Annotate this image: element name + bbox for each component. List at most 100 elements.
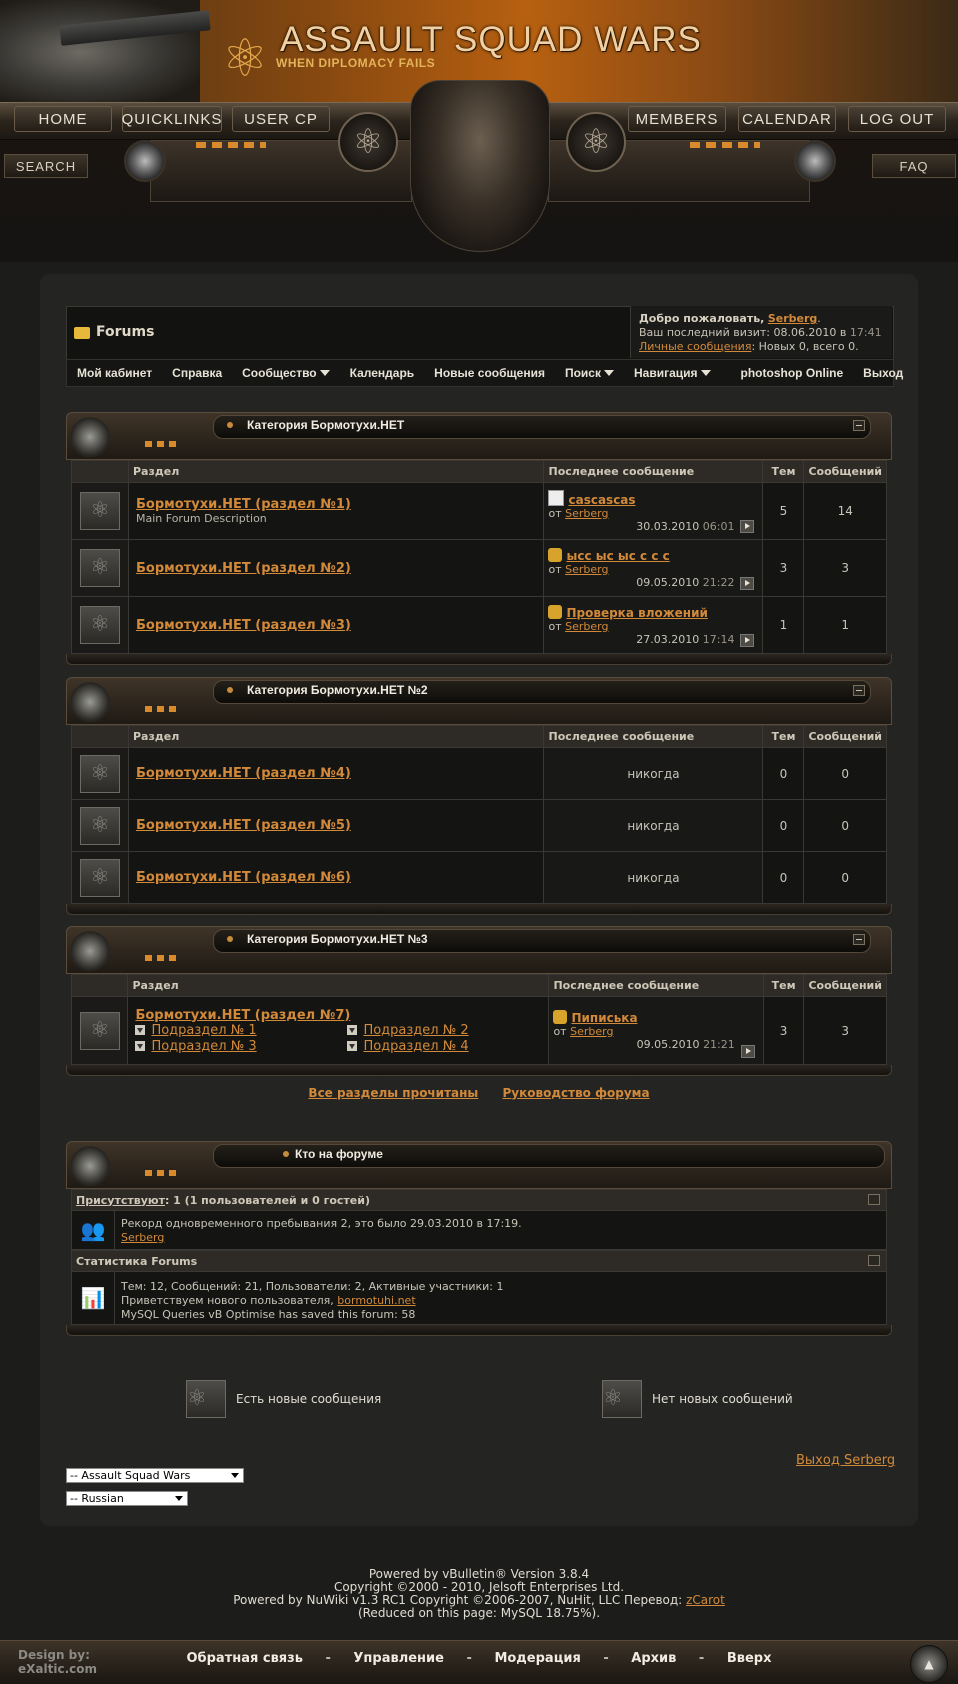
- footer-archive-link[interactable]: Архив: [631, 1651, 676, 1666]
- go-to-post-icon[interactable]: [740, 520, 755, 533]
- forum-table: Раздел Последнее сообщение Тем Сообщений…: [70, 974, 887, 1065]
- last-post-user[interactable]: Serberg: [570, 1025, 613, 1038]
- welcome-dot: .: [817, 312, 821, 325]
- new-user-link[interactable]: bormotuhi.net: [337, 1294, 415, 1307]
- footer-sep: -: [698, 1651, 705, 1666]
- category-title[interactable]: Категория Бормотухи.НЕТ: [247, 418, 404, 432]
- last-post-title[interactable]: cascascas: [568, 493, 635, 507]
- nav-my-cabinet[interactable]: Мой кабинет: [67, 366, 162, 380]
- last-post-title[interactable]: ысс ыс ыс с с с: [566, 549, 669, 563]
- forum-link[interactable]: Бормотухи.НЕТ (раздел №3): [130, 618, 542, 633]
- col-threads: Тем: [762, 725, 805, 748]
- nav-search[interactable]: SEARCH: [4, 154, 88, 178]
- thread-count: 0: [762, 851, 805, 904]
- logout-link[interactable]: Выход Serberg: [796, 1453, 895, 1468]
- nav-help[interactable]: Справка: [162, 366, 232, 380]
- collapse-icon[interactable]: [868, 1255, 880, 1266]
- post-count: 0: [803, 747, 887, 800]
- go-to-post-icon[interactable]: [740, 577, 755, 590]
- forum-link[interactable]: Бормотухи.НЕТ (раздел №1): [130, 497, 542, 512]
- subforum-icon: [135, 1024, 146, 1035]
- nav-faq[interactable]: FAQ: [872, 154, 956, 178]
- last-post-title[interactable]: Пиписька: [571, 1011, 637, 1025]
- nav-logout[interactable]: Выход: [853, 366, 913, 380]
- nav-log-out[interactable]: LOG OUT: [848, 106, 946, 132]
- nav-search-menu[interactable]: Поиск: [555, 366, 624, 380]
- nav-navigation[interactable]: Навигация: [624, 366, 721, 380]
- mysql-line: MySQL Queries vB Optimise has saved this…: [121, 1308, 416, 1321]
- last-post-user[interactable]: Serberg: [565, 563, 608, 576]
- private-messages-link[interactable]: Личные сообщения: [639, 340, 751, 353]
- collapse-icon[interactable]: [853, 934, 865, 945]
- nav-quicklinks[interactable]: QUICKLINKS: [122, 106, 222, 132]
- nav-photoshop-online[interactable]: photoshop Online: [721, 366, 854, 380]
- last-post-user[interactable]: Serberg: [565, 620, 608, 633]
- mark-all-read-link[interactable]: Все разделы прочитаны: [308, 1086, 478, 1100]
- post-count: 3: [803, 539, 887, 597]
- scroll-top-icon[interactable]: ▲: [910, 1645, 948, 1683]
- welcome-greeting: Добро пожаловать,: [639, 312, 765, 325]
- legend-no-new-posts: ⚛ Нет новых сообщений: [602, 1380, 793, 1418]
- subforum-link[interactable]: Подраздел № 3: [151, 1039, 256, 1054]
- subforum-link[interactable]: Подраздел № 1: [151, 1023, 256, 1038]
- subforum-link[interactable]: Подраздел № 4: [363, 1039, 468, 1054]
- nav-search-label: Поиск: [564, 366, 601, 380]
- whos-online-content: Присутствуют : 1 (1 пользователей и 0 го…: [71, 1189, 887, 1325]
- document-icon: [548, 489, 565, 506]
- collapse-icon[interactable]: [853, 420, 865, 431]
- col-posts: Сообщений: [803, 460, 887, 483]
- footer-moderation-link[interactable]: Модерация: [494, 1651, 580, 1666]
- last-post-title[interactable]: Проверка вложений: [566, 606, 707, 620]
- gear-emblem-icon: [70, 682, 110, 722]
- legend-new-posts: ⚛ Есть новые сообщения: [186, 1380, 381, 1418]
- folder-icon: [74, 327, 90, 339]
- translator-link[interactable]: zCarot: [686, 1593, 725, 1607]
- forum-link[interactable]: Бормотухи.НЕТ (раздел №6): [130, 870, 542, 885]
- atom-disk-left-icon: ⚛: [338, 112, 398, 172]
- category-title[interactable]: Категория Бормотухи.НЕТ №2: [247, 683, 428, 697]
- forum-link[interactable]: Бормотухи.НЕТ (раздел №7): [129, 1008, 547, 1023]
- table-row: ⚛ Бормотухи.НЕТ (раздел №6) никогда 0 0: [71, 851, 887, 904]
- last-post-user[interactable]: Serberg: [565, 507, 608, 520]
- go-to-post-icon[interactable]: [740, 1045, 755, 1058]
- nav-home[interactable]: HOME: [14, 106, 112, 132]
- language-select[interactable]: -- Russian: [66, 1491, 188, 1506]
- forum-link[interactable]: Бормотухи.НЕТ (раздел №2): [130, 561, 542, 576]
- col-icon: [71, 725, 129, 748]
- nav-community[interactable]: Сообщество: [232, 366, 339, 380]
- credits: Powered by vBulletin® Version 3.8.4 Copy…: [0, 1568, 958, 1620]
- forum-guide-link[interactable]: Руководство форума: [502, 1086, 649, 1100]
- style-select[interactable]: -- Assault Squad Wars: [66, 1468, 244, 1483]
- subforum-link[interactable]: Подраздел № 2: [363, 1023, 468, 1038]
- whos-online-title: Кто на форуме: [295, 1147, 383, 1161]
- record-text: Рекорд одновременного пребывания 2, это …: [121, 1217, 522, 1230]
- post-count: 3: [803, 996, 887, 1065]
- orange-dots: [145, 955, 179, 961]
- legend-new-posts-label: Есть новые сообщения: [236, 1392, 382, 1406]
- footer-links: Обратная связь - Управление - Модерация …: [0, 1651, 958, 1666]
- chevron-down-icon: [700, 370, 711, 376]
- forum-link[interactable]: Бормотухи.НЕТ (раздел №4): [130, 766, 542, 781]
- collapse-icon[interactable]: [853, 685, 865, 696]
- record-user[interactable]: Serberg: [121, 1231, 522, 1245]
- nav-members[interactable]: MEMBERS: [628, 106, 726, 132]
- present-link[interactable]: Присутствуют: [76, 1194, 165, 1207]
- footer-feedback-link[interactable]: Обратная связь: [187, 1651, 303, 1666]
- stats-line: Тем: 12, Сообщений: 21, Пользователи: 2,…: [121, 1280, 504, 1293]
- breadcrumb-forums[interactable]: Forums: [96, 324, 154, 340]
- nav-user-cp[interactable]: USER CP: [232, 106, 330, 132]
- footer-admin-link[interactable]: Управление: [353, 1651, 444, 1666]
- nav-calendar[interactable]: CALENDAR: [738, 106, 836, 132]
- last-post-date: 30.03.2010: [636, 519, 700, 533]
- collapse-icon[interactable]: [868, 1194, 880, 1205]
- category-header: Категория Бормотухи.НЕТ №3: [66, 926, 892, 974]
- welcome-username[interactable]: Serberg: [768, 312, 817, 325]
- nav-calendar-link[interactable]: Календарь: [340, 366, 425, 380]
- footer-top-link[interactable]: Вверх: [727, 1651, 772, 1666]
- last-post-cell: ысс ыс ыс с с с от Serberg 09.05.2010 21…: [543, 539, 764, 597]
- category-title[interactable]: Категория Бормотухи.НЕТ №3: [247, 932, 428, 946]
- nav-new-posts[interactable]: Новые сообщения: [424, 366, 555, 380]
- go-to-post-icon[interactable]: [740, 634, 755, 647]
- breadcrumb: Forums: [74, 324, 154, 340]
- forum-link[interactable]: Бормотухи.НЕТ (раздел №5): [130, 818, 542, 833]
